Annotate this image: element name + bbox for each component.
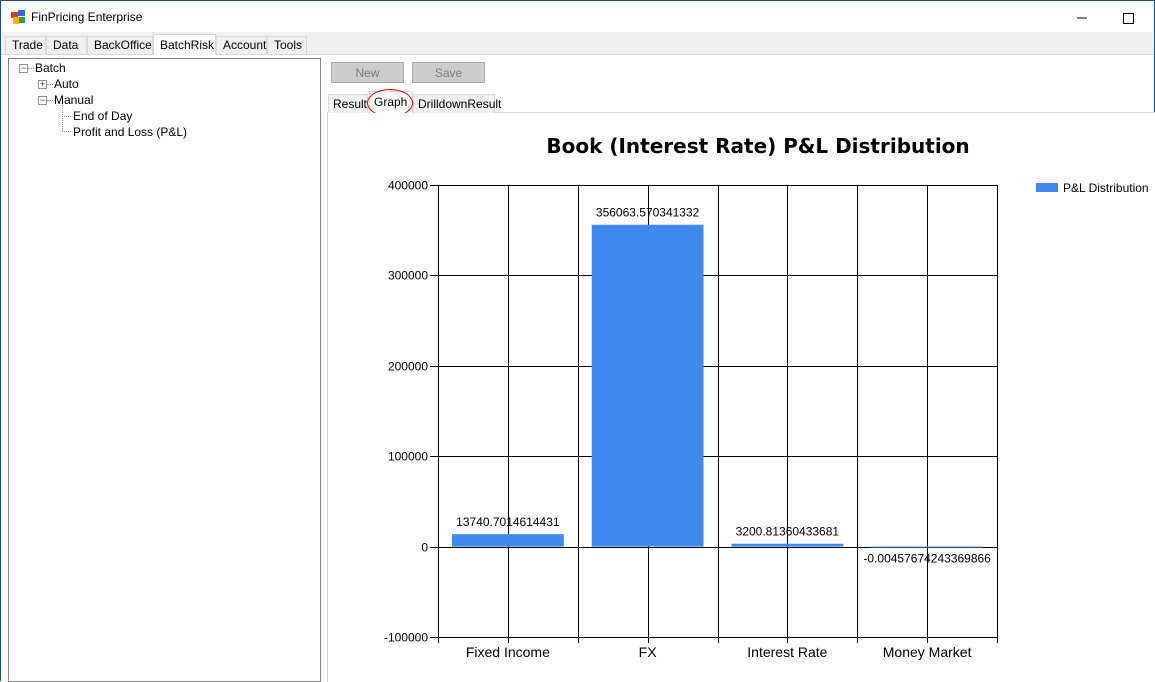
tab-tools[interactable]: Tools [267,36,307,54]
x-tick-label: Interest Rate [747,644,827,660]
pnl-bar-chart: 400000 300000 200000 100000 0 -100000 13740.70… [384,179,998,660]
x-tick-label: Money Market [883,644,972,660]
minimize-icon [1077,17,1087,19]
tree-node-pnl[interactable]: Profit and Loss (P&L) [73,125,187,139]
y-tick-label: 200000 [388,360,428,374]
window-title: FinPricing Enterprise [31,10,143,24]
tab-data[interactable]: Data [46,36,87,54]
data-label: 356063.570341332 [596,206,700,220]
tree-node-end-of-day[interactable]: End of Day [73,109,132,123]
data-label: 3200.81360433681 [736,525,840,539]
tab-trade[interactable]: Trade [5,36,46,54]
collapse-icon[interactable]: − [19,64,28,73]
y-tick-label: 100000 [388,450,428,464]
title-bar: FinPricing Enterprise [1,1,1154,32]
bar [871,546,984,548]
tab-account[interactable]: Account [216,36,267,54]
tab-batchrisk[interactable]: BatchRisk [153,34,216,55]
data-label: 13740.7014614431 [456,515,560,529]
tab-backoffice[interactable]: BackOffice [87,36,153,54]
legend-swatch [1036,183,1058,192]
x-tick-label: FX [639,644,658,660]
bar [591,224,704,547]
minimize-button[interactable] [1059,5,1105,31]
y-tick-label: 0 [421,541,428,555]
legend-label: P&L Distribution [1063,181,1149,195]
collapse-icon[interactable]: − [38,96,47,105]
tab-graph[interactable]: Graph [369,91,413,113]
save-button[interactable]: Save [412,62,485,83]
data-label: -0.00457674243369866 [863,552,991,566]
maximize-button[interactable] [1105,5,1151,31]
tree-node-batch[interactable]: Batch [35,61,66,75]
tree-node-manual[interactable]: Manual [54,93,93,107]
x-tick-label: Fixed Income [466,644,550,660]
tab-result[interactable]: Result [328,94,368,113]
batch-tree: − Batch + Auto − Manual End of Day Profi… [8,58,321,682]
maximize-icon [1122,13,1134,24]
y-tick-label: -100000 [384,631,428,645]
tree-node-auto[interactable]: Auto [54,77,79,91]
bar [451,534,564,547]
app-icon [11,10,25,24]
expand-icon[interactable]: + [38,80,47,89]
menu-tab-bar: Trade Data BackOffice BatchRisk Account … [1,32,1154,55]
tab-drilldownresult[interactable]: DrilldownResult [413,94,501,113]
new-button[interactable]: New [331,62,404,83]
y-tick-label: 400000 [388,179,428,193]
y-tick-label: 300000 [388,269,428,283]
bar [731,543,844,547]
